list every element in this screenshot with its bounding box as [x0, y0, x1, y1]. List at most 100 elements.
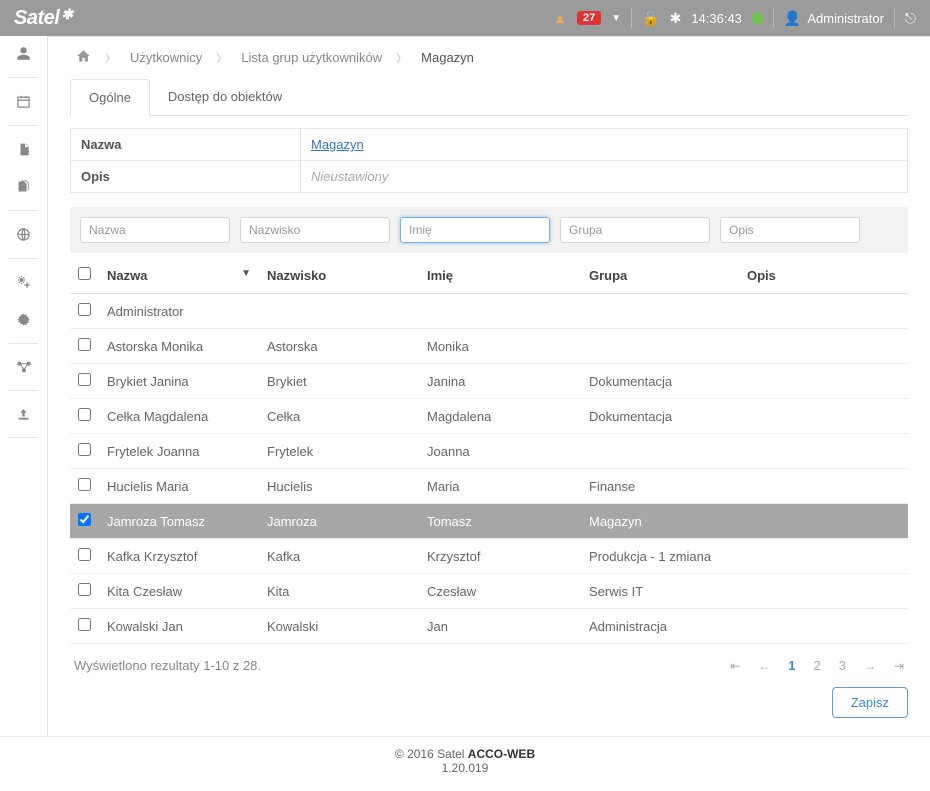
topbar-actions: ▲ 27 ▼ 🔓 ✱ 14:36:43 👤 Administrator ⎋ [553, 8, 916, 28]
table-row[interactable]: Cełka MagdalenaCełkaMagdalenaDokumentacj… [70, 399, 908, 434]
save-button[interactable]: Zapisz [832, 687, 908, 718]
cell-nazwisko: Kowalski [259, 609, 419, 644]
sidebar-files-icon[interactable] [16, 179, 31, 194]
row-checkbox[interactable] [78, 583, 91, 596]
row-checkbox[interactable] [78, 478, 91, 491]
table-row[interactable]: Frytelek JoannaFrytelekJoanna [70, 434, 908, 469]
footer-version: 1.20.019 [442, 761, 489, 775]
table-row[interactable]: Astorska MonikaAstorskaMonika [70, 329, 908, 364]
logout-icon[interactable]: ⎋ [905, 10, 916, 27]
page-footer: © 2016 Satel ACCO-WEB 1.20.019 [0, 736, 930, 791]
brand-logo[interactable]: Satel ✱ [14, 7, 73, 30]
cell-opis [739, 574, 908, 609]
cell-grupa: Dokumentacja [581, 364, 739, 399]
unlock-icon[interactable]: 🔓 [642, 10, 659, 27]
page-2[interactable]: 2 [813, 658, 820, 673]
row-checkbox[interactable] [78, 303, 91, 316]
page-prev-icon[interactable]: ← [758, 659, 770, 673]
cell-imie: Krzysztof [419, 539, 581, 574]
footer-copyright: © 2016 Satel [395, 747, 468, 761]
sidebar-upload-icon[interactable] [16, 407, 31, 421]
cell-nazwa: Cełka Magdalena [99, 399, 259, 434]
row-checkbox[interactable] [78, 548, 91, 561]
snowflake-icon[interactable]: ✱ [670, 10, 682, 27]
cell-nazwisko: Brykiet [259, 364, 419, 399]
table-row[interactable]: Kowalski JanKowalskiJanAdministracja [70, 609, 908, 644]
status-dot-icon [752, 13, 763, 24]
row-checkbox[interactable] [78, 513, 91, 526]
table-row[interactable]: Administrator [70, 294, 908, 329]
info-desc-value[interactable]: Nieustawiony [311, 169, 388, 184]
user-label: Administrator [807, 11, 884, 26]
row-checkbox[interactable] [78, 338, 91, 351]
cell-nazwisko: Cełka [259, 399, 419, 434]
cell-grupa: Produkcja - 1 zmiana [581, 539, 739, 574]
cell-nazwa: Kafka Krzysztof [99, 539, 259, 574]
sidebar-file-icon[interactable] [17, 142, 31, 157]
select-all-checkbox[interactable] [78, 267, 91, 280]
tab-access[interactable]: Dostęp do obiektów [150, 79, 300, 116]
page-next-icon[interactable]: → [864, 659, 876, 673]
warning-icon[interactable]: ▲ [553, 10, 567, 26]
user-menu[interactable]: 👤 Administrator [784, 10, 884, 27]
page-1[interactable]: 1 [788, 658, 795, 673]
cell-grupa [581, 434, 739, 469]
sidebar-gear-icon[interactable] [16, 312, 31, 327]
cell-grupa [581, 329, 739, 364]
row-checkbox[interactable] [78, 373, 91, 386]
cell-opis [739, 294, 908, 329]
sidebar-globe-icon[interactable] [16, 227, 31, 242]
filter-nazwisko-input[interactable] [240, 217, 390, 243]
sidebar-network-icon[interactable] [16, 360, 32, 374]
page-last-icon[interactable]: ⇥ [894, 659, 904, 673]
home-icon[interactable] [76, 49, 91, 66]
col-opis[interactable]: Opis [739, 257, 908, 294]
table-row[interactable]: Kafka KrzysztofKafkaKrzysztofProdukcja -… [70, 539, 908, 574]
info-desc-label: Opis [71, 161, 301, 193]
cell-nazwisko: Hucielis [259, 469, 419, 504]
col-nazwisko[interactable]: Nazwisko [259, 257, 419, 294]
col-grupa[interactable]: Grupa [581, 257, 739, 294]
col-nazwa[interactable]: Nazwa▼ [99, 257, 259, 294]
col-imie[interactable]: Imię [419, 257, 581, 294]
table-row[interactable]: Kita CzesławKitaCzesławSerwis IT [70, 574, 908, 609]
warning-count-badge[interactable]: 27 [577, 11, 601, 25]
table-row[interactable]: Hucielis MariaHucielisMariaFinanse [70, 469, 908, 504]
cell-nazwisko [259, 294, 419, 329]
row-checkbox[interactable] [78, 618, 91, 631]
breadcrumb-users[interactable]: Użytkownicy [130, 50, 202, 65]
sidebar-gears-icon[interactable] [16, 275, 32, 290]
cell-opis [739, 539, 908, 574]
cell-opis [739, 609, 908, 644]
sidebar-users-icon[interactable] [16, 46, 31, 61]
user-icon: 👤 [784, 10, 801, 27]
filter-imie-input[interactable] [400, 217, 550, 243]
row-checkbox[interactable] [78, 443, 91, 456]
main-content: 〉 Użytkownicy 〉 Lista grup użytkowników … [48, 36, 930, 736]
info-name-value[interactable]: Magazyn [311, 137, 364, 152]
cell-imie: Jan [419, 609, 581, 644]
results-text: Wyświetlono rezultaty 1-10 z 28. [74, 658, 261, 673]
breadcrumb-groups[interactable]: Lista grup użytkowników [241, 50, 382, 65]
cell-grupa [581, 294, 739, 329]
caret-down-icon[interactable]: ▼ [611, 13, 621, 24]
filter-grupa-input[interactable] [560, 217, 710, 243]
cell-opis [739, 364, 908, 399]
clock-time: 14:36:43 [691, 11, 742, 26]
tab-general[interactable]: Ogólne [70, 79, 150, 116]
cell-nazwa: Astorska Monika [99, 329, 259, 364]
table-footer: Wyświetlono rezultaty 1-10 z 28. ⇤ ← 1 2… [74, 658, 904, 673]
row-checkbox[interactable] [78, 408, 91, 421]
tabs: Ogólne Dostęp do obiektów [70, 78, 908, 116]
filter-opis-input[interactable] [720, 217, 860, 243]
table-row[interactable]: Brykiet JaninaBrykietJaninaDokumentacja [70, 364, 908, 399]
cell-imie: Czesław [419, 574, 581, 609]
filter-nazwa-input[interactable] [80, 217, 230, 243]
page-first-icon[interactable]: ⇤ [730, 659, 740, 673]
cell-opis [739, 329, 908, 364]
chevron-right-icon: 〉 [216, 50, 227, 66]
table-row[interactable]: Jamroza TomaszJamrozaTomaszMagazyn [70, 504, 908, 539]
sidebar-calendar-icon[interactable] [16, 94, 31, 109]
filter-bar [70, 207, 908, 253]
page-3[interactable]: 3 [839, 658, 846, 673]
